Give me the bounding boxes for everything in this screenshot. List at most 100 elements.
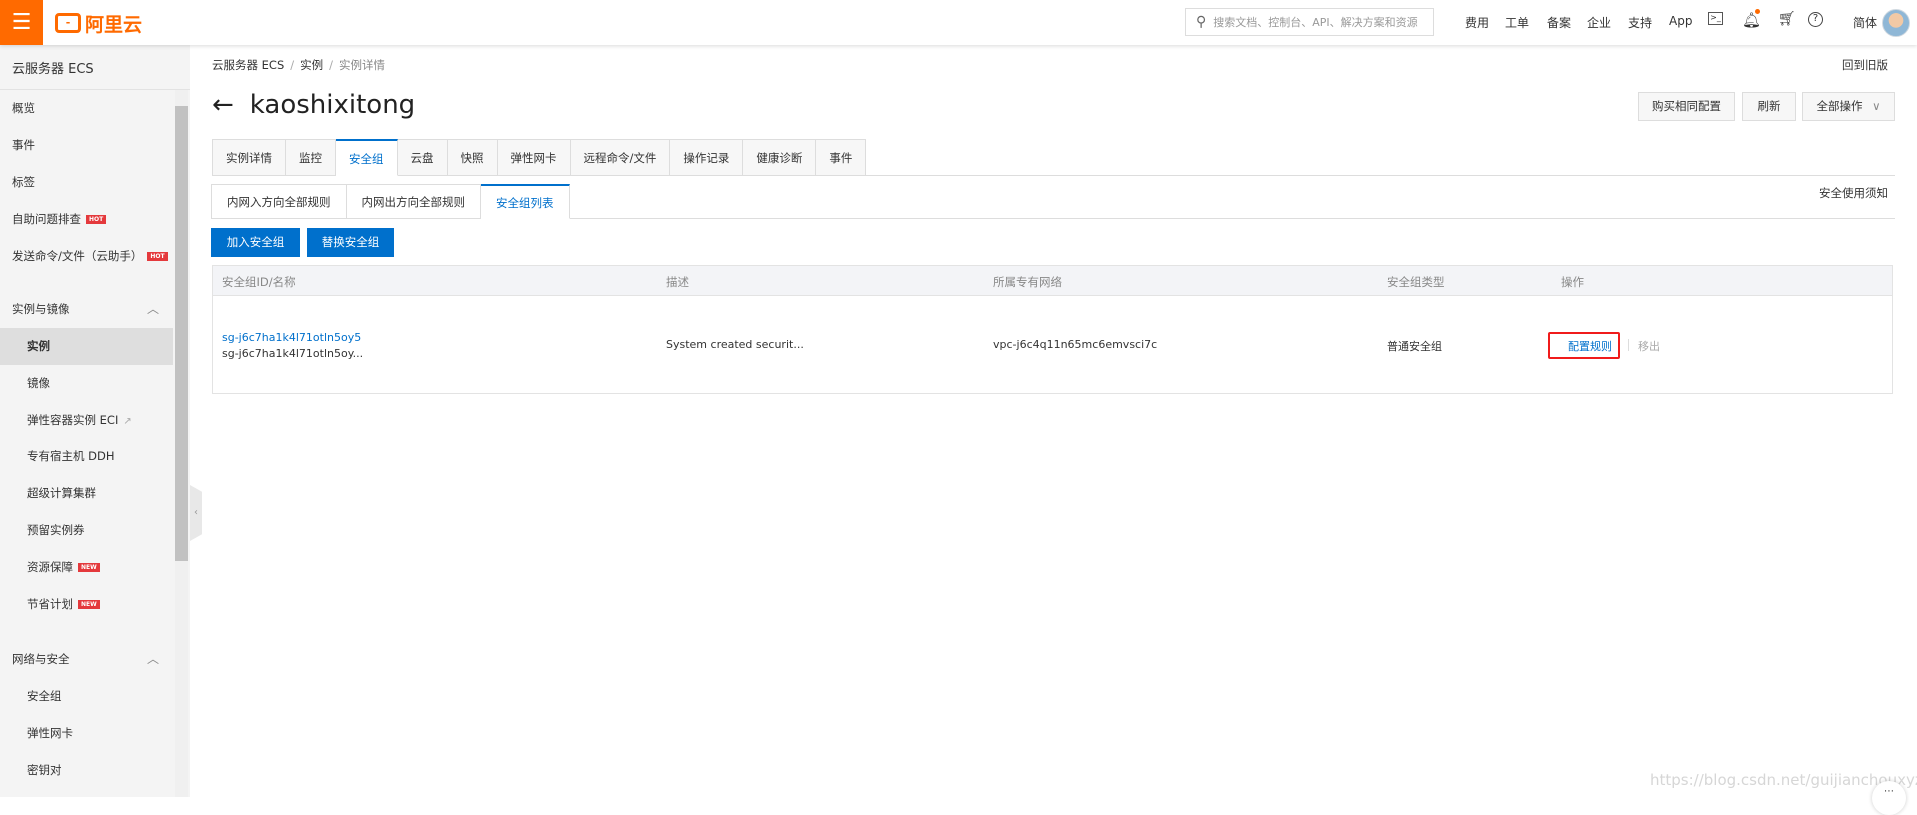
column-header: 描述 [666,275,689,289]
collapse-sidebar-handle[interactable]: ‹ [190,485,202,541]
nav-tickets[interactable]: 工单 [1505,14,1529,31]
tab-events[interactable]: 事件 [816,139,867,176]
description: System created securit... [666,338,804,351]
search-icon: ⚲ [1196,14,1207,30]
sidebar-item-troubleshoot[interactable]: 自助问题排查 HOT [0,201,173,238]
sidebar-group-label: 实例与镜像 [12,302,70,316]
sidebar-item-reserved[interactable]: 预留实例券 [0,512,173,549]
new-badge: NEW [78,600,100,609]
column-header: 操作 [1561,275,1584,289]
sidebar-item-label: 节省计划 [27,597,73,611]
vpc-id: vpc-j6c4q11n65mc6emvsci7c [993,338,1158,351]
column-header: 安全组ID/名称 [222,275,296,289]
nav-support[interactable]: 支持 [1628,14,1652,31]
sidebar-item-label: 安全组 [27,689,62,703]
help-icon[interactable]: ? [1808,12,1823,27]
breadcrumb-ecs[interactable]: 云服务器 ECS [212,58,284,72]
nav-icp[interactable]: 备案 [1547,14,1571,31]
sidebar-item-label: 镜像 [27,376,50,390]
sidebar-item-eci[interactable]: 弹性容器实例 ECI ↗ [0,402,173,439]
refresh-button[interactable]: 刷新 [1742,92,1796,121]
remove-link[interactable]: 移出 [1638,338,1660,354]
sidebar-item-label: 发送命令/文件（云助手） [12,249,143,263]
chevron-up-icon: ︿ [146,302,159,316]
tab-eni[interactable]: 弹性网卡 [497,139,571,176]
search-input[interactable]: ⚲ 搜索文档、控制台、API、解决方案和资源 [1185,8,1434,36]
back-arrow-icon[interactable]: ← [212,90,234,120]
breadcrumb: 云服务器 ECS / 实例 / 实例详情 [212,58,386,72]
external-link-icon: ↗ [123,416,132,427]
terminal-icon[interactable]: >_ [1708,12,1723,25]
sidebar-item-label: 超级计算集群 [27,486,96,500]
nav-app[interactable]: App [1669,14,1692,28]
old-version-link[interactable]: 回到旧版 [1842,57,1888,73]
subtab-inbound-rules[interactable]: 内网入方向全部规则 [211,184,347,219]
detail-tabs: 实例详情 监控 安全组 云盘 快照 弹性网卡 远程命令/文件 操作记录 健康诊断… [212,139,867,176]
sidebar-item-instances[interactable]: 实例 [0,328,173,365]
sidebar-item-savings-plan[interactable]: 节省计划 NEW [0,586,173,623]
sidebar-group-network-security[interactable]: 网络与安全 ︿ [0,641,173,678]
sidebar-item-security-groups[interactable]: 安全组 [0,678,173,715]
column-header: 所属专有网络 [993,275,1062,289]
instance-name: kaoshixitong [249,90,416,120]
cart-icon[interactable]: 🛒︎ [1778,11,1796,27]
logo-text: 阿里云 [85,13,143,36]
language-switch[interactable]: 简体 [1853,14,1877,31]
tab-disks[interactable]: 云盘 [397,139,448,176]
chevron-left-icon: ‹ [194,507,198,518]
table-header: 安全组ID/名称 描述 所属专有网络 安全组类型 操作 [213,266,1892,296]
tab-instance-details[interactable]: 实例详情 [212,139,286,176]
subtab-security-group-list[interactable]: 安全组列表 [481,184,570,219]
replace-security-group-button[interactable]: 替换安全组 [307,228,394,257]
breadcrumb-instances[interactable]: 实例 [300,58,323,72]
sidebar-item-label: 事件 [12,138,35,152]
sidebar-item-label: 自助问题排查 [12,212,81,226]
join-security-group-button[interactable]: 加入安全组 [211,228,300,257]
nav-fees[interactable]: 费用 [1465,14,1489,31]
tab-monitoring[interactable]: 监控 [286,139,336,176]
tab-security-groups[interactable]: 安全组 [336,139,398,176]
divider [1628,339,1629,351]
sidebar-item-eni[interactable]: 弹性网卡 [0,715,173,752]
group-type: 普通安全组 [1387,340,1442,353]
chevron-down-icon: ∨ [1872,99,1881,113]
buy-same-config-button[interactable]: 购买相同配置 [1638,92,1735,121]
top-bar: ☰ - 阿里云 ⚲ 搜索文档、控制台、API、解决方案和资源 费用 工单 备案 企业… [0,0,1917,45]
sidebar-group-instances-images[interactable]: 实例与镜像 ︿ [0,291,173,328]
chat-icon[interactable]: ⋯ [1872,781,1906,815]
sidebar-item-tags[interactable]: 标签 [0,164,173,201]
sidebar-item-cloud-assistant[interactable]: 发送命令/文件（云助手） HOT [0,238,173,275]
sidebar-item-resource-assurance[interactable]: 资源保障 NEW [0,549,173,586]
security-notice-link[interactable]: 安全使用须知 [1819,185,1888,201]
tab-snapshots[interactable]: 快照 [447,139,498,176]
avatar[interactable] [1882,9,1910,37]
new-badge: NEW [78,563,100,572]
sidebar-item-scc[interactable]: 超级计算集群 [0,475,173,512]
subtab-outbound-rules[interactable]: 内网出方向全部规则 [346,184,481,219]
sidebar-item-overview[interactable]: 概览 [0,90,173,127]
sidebar-item-keypairs[interactable]: 密钥对 [0,752,173,789]
column-header: 安全组类型 [1387,275,1445,289]
nav-enterprise[interactable]: 企业 [1587,14,1611,31]
tab-remote-commands[interactable]: 远程命令/文件 [570,139,671,176]
search-placeholder: 搜索文档、控制台、API、解决方案和资源 [1213,16,1418,29]
hot-badge: HOT [86,215,107,224]
sidebar-scroll-thumb[interactable] [175,106,188,561]
notification-dot [1755,9,1760,14]
aliyun-logo[interactable]: - 阿里云 [55,10,142,36]
security-group-name: sg-j6c7ha1k4l71otln5oy... [222,347,364,360]
tab-operation-logs[interactable]: 操作记录 [670,139,744,176]
sidebar-item-ddh[interactable]: 专有宿主机 DDH [0,438,173,475]
security-group-id-link[interactable]: sg-j6c7ha1k4l71otln5oy5 [222,331,361,344]
page-title: ← kaoshixitong [212,90,415,120]
table-row: sg-j6c7ha1k4l71otln5oy5 sg-j6c7ha1k4l71o… [213,297,1892,394]
menu-icon[interactable]: ☰ [0,0,43,45]
sidebar-item-events[interactable]: 事件 [0,127,173,164]
dropdown-label: 全部操作 [1816,99,1863,113]
sidebar-item-label: 预留实例券 [27,523,85,537]
all-operations-dropdown[interactable]: 全部操作 ∨ [1802,92,1895,121]
tab-health-diagnosis[interactable]: 健康诊断 [743,139,817,176]
sidebar-item-images[interactable]: 镜像 [0,365,173,402]
hot-badge: HOT [147,252,168,261]
breadcrumb-current: 实例详情 [339,58,386,72]
